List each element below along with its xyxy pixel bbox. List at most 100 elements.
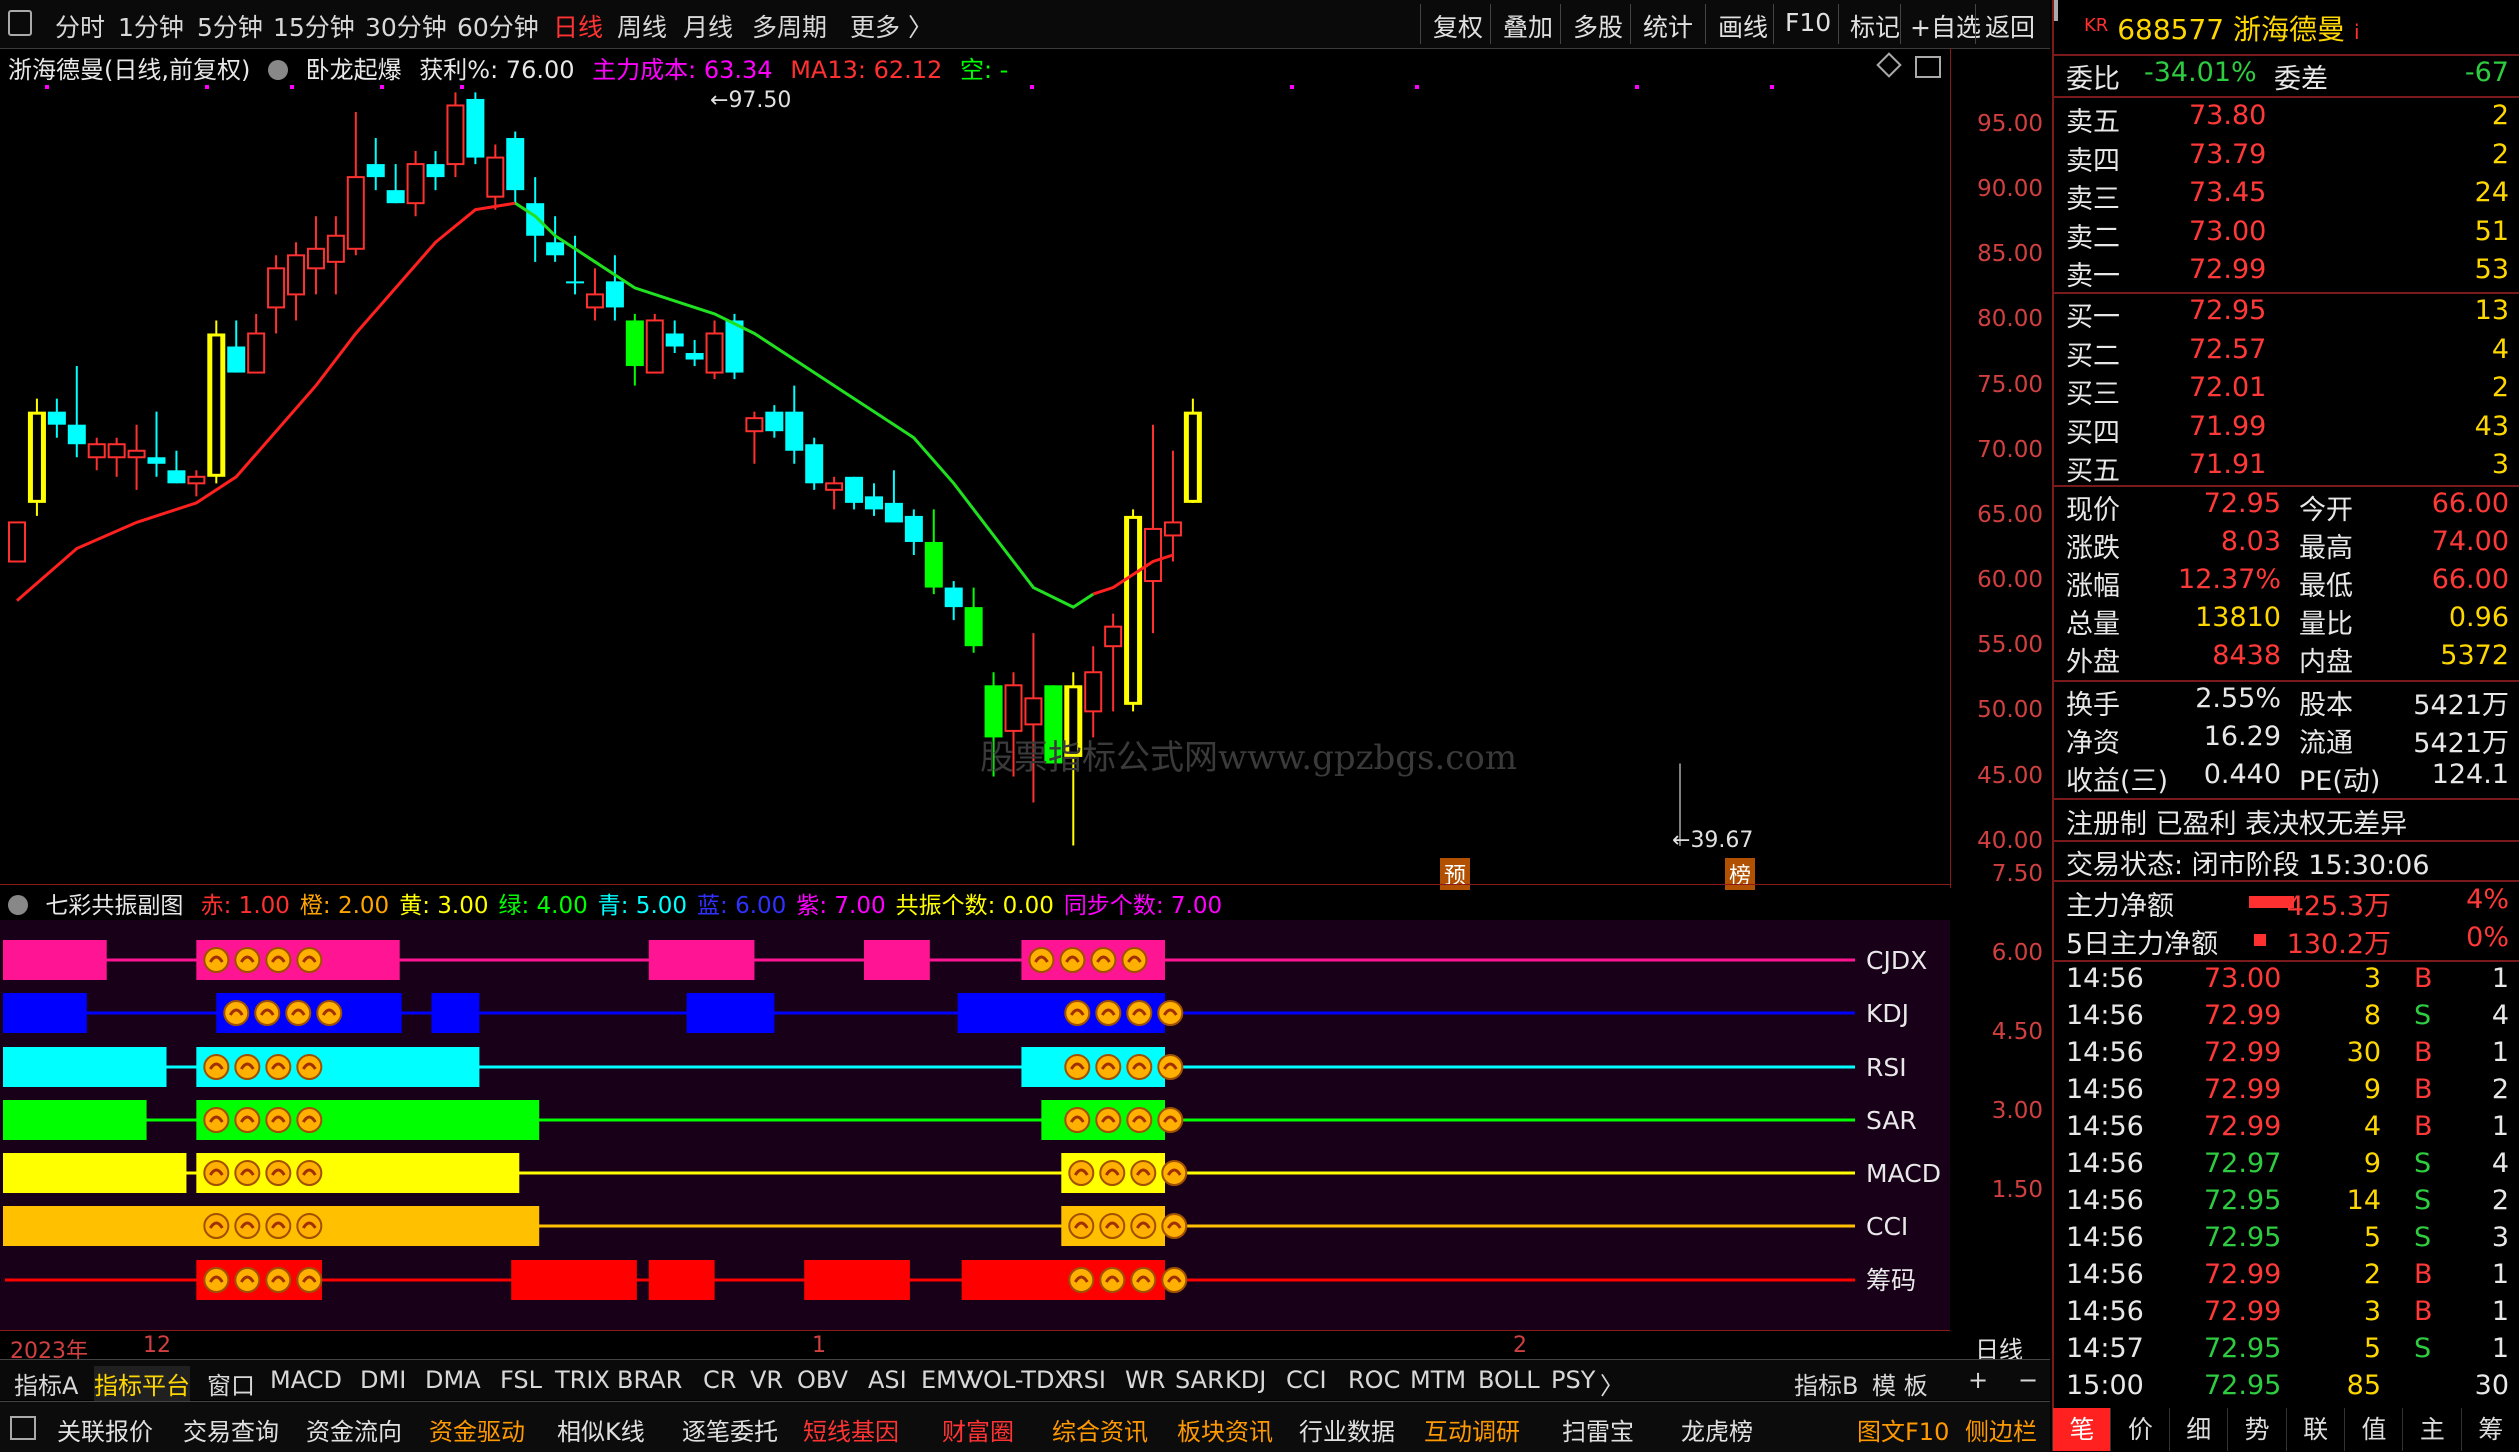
period-tab-3[interactable]: 15分钟	[273, 8, 355, 44]
tool-button-4[interactable]: 画线	[1718, 8, 1768, 44]
period-tab-2[interactable]: 5分钟	[197, 8, 263, 44]
resonance-sub-chart[interactable]: CJDX KDJ RSI SAR MACD CCI 筹码	[0, 920, 1950, 1330]
candle	[446, 92, 465, 178]
indicator-tab-10[interactable]: VR	[750, 1366, 783, 1394]
tool-button-6[interactable]: 标记	[1850, 8, 1900, 44]
indicator-tab-3[interactable]: MACD	[270, 1366, 342, 1394]
status-row: 交易状态: 闭市阶段 15:30:06	[2054, 843, 2519, 881]
function-button-0[interactable]: 关联报价	[57, 1412, 153, 1447]
flow-bar	[2254, 934, 2266, 946]
period-tab-1[interactable]: 1分钟	[118, 8, 184, 44]
indicator-tab-7[interactable]: TRIX	[555, 1366, 610, 1394]
period-tab-5[interactable]: 60分钟	[457, 8, 539, 44]
buy-volume: 43	[2474, 410, 2509, 442]
indicator-tab-5[interactable]: DMA	[425, 1366, 481, 1394]
candle	[27, 398, 46, 516]
function-button-3[interactable]: 资金驱动	[429, 1412, 525, 1447]
tool-button-3[interactable]: 统计	[1643, 8, 1693, 44]
period-tab-9[interactable]: 多周期	[752, 8, 827, 44]
indicator-tab-1[interactable]: 指标平台	[94, 1366, 190, 1401]
function-button-14[interactable]: 图文F10	[1857, 1412, 1949, 1447]
indicator-tab-11[interactable]: OBV	[797, 1366, 848, 1394]
smile-icon	[1130, 1160, 1157, 1186]
period-tab-10[interactable]: 更多 〉	[850, 8, 933, 44]
indicator-tab-20[interactable]: ROC	[1348, 1366, 1400, 1394]
sell-row-2: 卖三 73.45 24	[2054, 177, 2519, 215]
toolbar-separator	[1900, 4, 1901, 44]
smile-icon	[203, 1267, 230, 1293]
period-tab-7[interactable]: 周线	[617, 8, 667, 44]
indicator-right-1[interactable]: 模 板	[1872, 1366, 1928, 1401]
indicator-tab-22[interactable]: BOLL	[1478, 1366, 1540, 1394]
indicator-tab-21[interactable]: MTM	[1410, 1366, 1466, 1394]
smile-icon	[203, 1107, 230, 1133]
period-tab-0[interactable]: 分时	[55, 8, 105, 44]
function-button-8[interactable]: 综合资讯	[1052, 1412, 1148, 1447]
menu-toggle-icon[interactable]	[8, 10, 32, 36]
period-tab-4[interactable]: 30分钟	[365, 8, 447, 44]
function-button-9[interactable]: 板块资讯	[1177, 1412, 1273, 1447]
sub-indicator-name[interactable]: 七彩共振副图	[45, 893, 183, 919]
flow-detail-icon[interactable]	[2054, 0, 2058, 21]
indicator-tab-15[interactable]: RSI	[1067, 1366, 1106, 1394]
indicator-tab-12[interactable]: ASI	[868, 1366, 907, 1394]
indicator-tab-8[interactable]: BRAR	[617, 1366, 682, 1394]
indicator-tab-2[interactable]: 窗口	[207, 1366, 255, 1401]
function-button-13[interactable]: 龙虎榜	[1681, 1412, 1753, 1447]
indicator-tab-6[interactable]: FSL	[500, 1366, 542, 1394]
indicator-tab-4[interactable]: DMI	[360, 1366, 406, 1394]
forecast-marker[interactable]: 预	[1440, 858, 1471, 890]
indicator-tab-14[interactable]: VOL-TDX	[967, 1366, 1071, 1394]
function-button-6[interactable]: 短线基因	[803, 1412, 899, 1447]
tick-side: B	[2414, 1259, 2433, 1290]
detail-tab-5[interactable]: 值	[2344, 1408, 2403, 1451]
function-button-2[interactable]: 资金流向	[306, 1412, 402, 1447]
weibi-value: -34.01%	[2144, 57, 2257, 88]
function-button-12[interactable]: 扫雷宝	[1562, 1412, 1634, 1447]
detail-tab-6[interactable]: 主	[2402, 1408, 2461, 1451]
function-button-10[interactable]: 行业数据	[1299, 1412, 1395, 1447]
indicator-tab-24[interactable]: 〉	[1600, 1366, 1624, 1401]
indicator-right-2[interactable]: +	[1968, 1366, 1988, 1394]
tool-button-0[interactable]: 复权	[1433, 8, 1483, 44]
smile-icon	[1130, 1213, 1157, 1239]
tool-button-5[interactable]: F10	[1785, 8, 1831, 37]
indicator-tab-13[interactable]: EMV	[921, 1366, 973, 1394]
dragon-tiger-marker[interactable]: 榜	[1725, 858, 1756, 890]
indicator-right-0[interactable]: 指标B	[1794, 1366, 1858, 1401]
function-button-7[interactable]: 财富圈	[942, 1412, 1014, 1447]
function-button-4[interactable]: 相似K线	[557, 1412, 645, 1447]
indicator-tab-9[interactable]: CR	[703, 1366, 736, 1394]
detail-tab-1[interactable]: 价	[2110, 1408, 2169, 1451]
tool-button-8[interactable]: 返回	[1985, 8, 2035, 44]
layout-toggle-icon[interactable]	[10, 1416, 36, 1440]
indicator-tab-17[interactable]: SAR	[1175, 1366, 1224, 1394]
indicator-tab-0[interactable]: 指标A	[14, 1366, 78, 1401]
indicator-tab-19[interactable]: CCI	[1286, 1366, 1327, 1394]
function-button-15[interactable]: 侧边栏	[1965, 1412, 2037, 1447]
indicator-tab-18[interactable]: KDJ	[1225, 1366, 1266, 1394]
info-icon[interactable]: i	[2354, 20, 2360, 44]
date-feb: 2	[1513, 1333, 1527, 1358]
indicator-tab-23[interactable]: PSY	[1551, 1366, 1595, 1394]
detail-tab-0[interactable]: 笔	[2052, 1408, 2111, 1451]
period-tab-8[interactable]: 月线	[683, 8, 733, 44]
date-jan: 1	[812, 1333, 826, 1358]
main-chart[interactable]	[0, 48, 1950, 888]
sub-toggle-icon[interactable]	[8, 895, 28, 915]
tool-button-1[interactable]: 叠加	[1503, 8, 1553, 44]
tool-button-2[interactable]: 多股	[1573, 8, 1623, 44]
detail-tab-7[interactable]: 筹	[2460, 1408, 2519, 1451]
detail-tab-2[interactable]: 细	[2168, 1408, 2228, 1451]
detail-tab-3[interactable]: 势	[2227, 1408, 2286, 1451]
function-button-5[interactable]: 逐笔委托	[682, 1412, 778, 1447]
tool-button-7[interactable]: +自选	[1910, 8, 1981, 44]
function-button-11[interactable]: 互动调研	[1424, 1412, 1520, 1447]
divider	[2054, 96, 2519, 98]
resonance-block	[648, 940, 755, 980]
function-button-1[interactable]: 交易查询	[183, 1412, 279, 1447]
indicator-tab-16[interactable]: WR	[1125, 1366, 1165, 1394]
detail-tab-4[interactable]: 联	[2285, 1408, 2345, 1451]
indicator-right-3[interactable]: −	[2018, 1366, 2038, 1394]
period-tab-6[interactable]: 日线	[553, 8, 603, 44]
